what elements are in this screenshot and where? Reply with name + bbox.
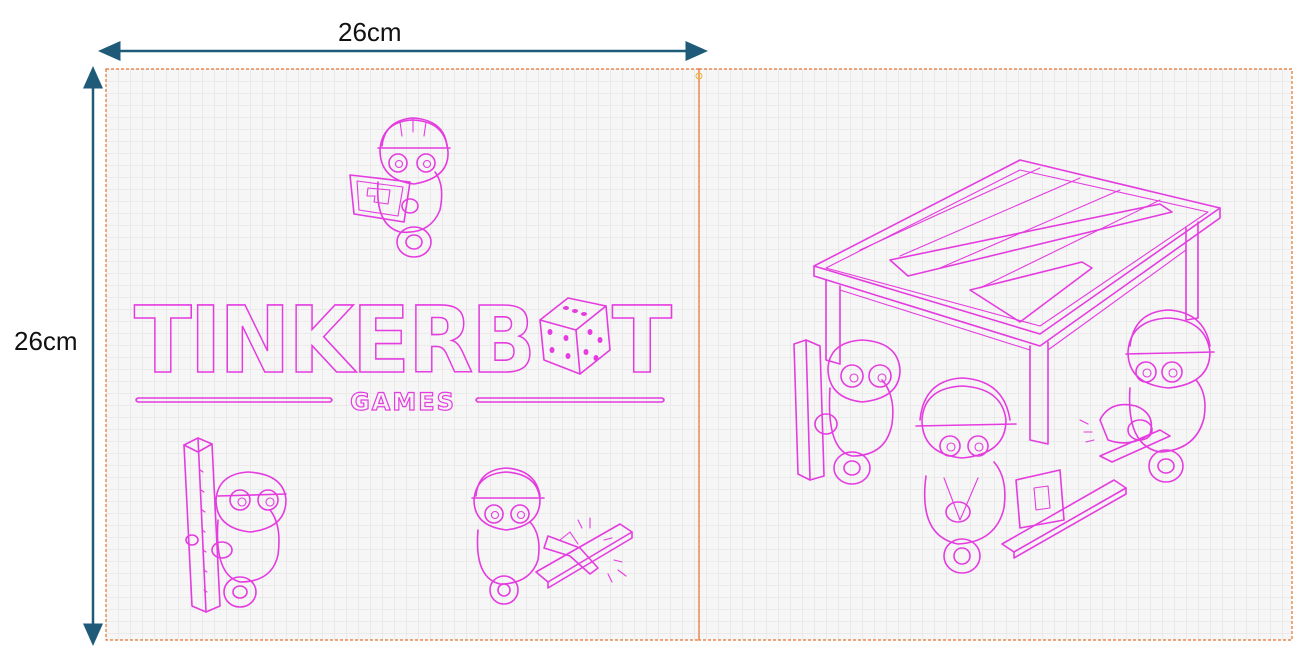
design-canvas: TINKERB T GAMES <box>83 41 1293 646</box>
logo-title-left: TINKERB <box>134 287 534 394</box>
logo-subtitle: GAMES <box>350 388 456 416</box>
logo-title-right: T <box>612 287 672 394</box>
